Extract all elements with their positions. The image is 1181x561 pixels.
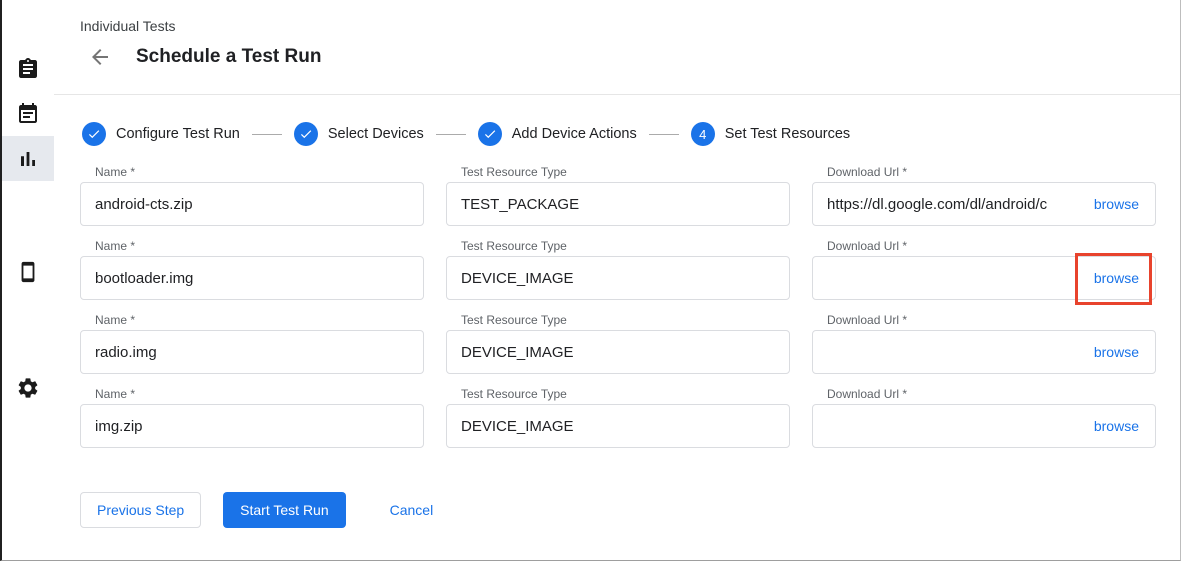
url-field-box: browse: [812, 182, 1156, 226]
type-field-box: [446, 404, 790, 448]
name-field: Name *: [80, 314, 424, 374]
name-field-label: Name *: [80, 388, 424, 400]
type-field: Test Resource Type: [446, 166, 790, 226]
sidebar-item-settings[interactable]: [2, 365, 54, 410]
browse-link[interactable]: browse: [1092, 416, 1141, 436]
url-field-label: Download Url *: [812, 166, 1156, 178]
resource-row: Name * Test Resource Type Download Url *…: [80, 240, 1156, 300]
sidebar: [2, 0, 54, 560]
browse-link[interactable]: browse: [1092, 268, 1141, 288]
name-field-label: Name *: [80, 314, 424, 326]
resource-row: Name * Test Resource Type Download Url *…: [80, 166, 1156, 226]
step-label: Configure Test Run: [116, 126, 240, 142]
stepper-step[interactable]: Add Device Actions: [478, 122, 637, 146]
stepper-step[interactable]: Configure Test Run: [82, 122, 240, 146]
type-field-label: Test Resource Type: [446, 240, 790, 252]
url-field: Download Url * browse: [812, 388, 1156, 448]
browse-link[interactable]: browse: [1092, 342, 1141, 362]
step-indicator: [294, 122, 318, 146]
step-number: 4: [699, 127, 706, 142]
url-field-box: browse: [812, 404, 1156, 448]
type-field-label: Test Resource Type: [446, 314, 790, 326]
check-icon: [87, 127, 101, 141]
url-field-label: Download Url *: [812, 240, 1156, 252]
step-indicator: [82, 122, 106, 146]
url-field-label: Download Url *: [812, 388, 1156, 400]
gear-icon: [16, 376, 40, 400]
name-input[interactable]: [95, 418, 409, 435]
type-field-box: [446, 330, 790, 374]
step-indicator: 4: [691, 122, 715, 146]
url-field-box: browse: [812, 330, 1156, 374]
name-input[interactable]: [95, 270, 409, 287]
url-input[interactable]: [827, 344, 1084, 361]
smartphone-icon: [17, 261, 39, 283]
stepper-step[interactable]: 4 Set Test Resources: [691, 122, 850, 146]
page-title: Schedule a Test Run: [136, 46, 321, 68]
name-field-box: [80, 330, 424, 374]
url-field-box: browse: [812, 256, 1156, 300]
step-label: Add Device Actions: [512, 126, 637, 142]
step-indicator: [478, 122, 502, 146]
type-field: Test Resource Type: [446, 388, 790, 448]
type-field: Test Resource Type: [446, 240, 790, 300]
name-input[interactable]: [95, 196, 409, 213]
action-bar: Previous Step Start Test Run Cancel: [80, 492, 1156, 528]
calendar-icon: [16, 102, 40, 126]
type-field-box: [446, 182, 790, 226]
step-connector: [436, 134, 466, 135]
arrow-back-icon: [88, 45, 112, 69]
resource-row: Name * Test Resource Type Download Url *…: [80, 314, 1156, 374]
name-field-box: [80, 404, 424, 448]
name-field-box: [80, 256, 424, 300]
sidebar-item-test-plans[interactable]: [2, 91, 54, 136]
step-connector: [649, 134, 679, 135]
resource-row: Name * Test Resource Type Download Url *…: [80, 388, 1156, 448]
breadcrumb: Individual Tests: [80, 18, 1156, 34]
name-field-label: Name *: [80, 166, 424, 178]
name-field-box: [80, 182, 424, 226]
type-input[interactable]: [461, 270, 775, 287]
url-input[interactable]: [827, 270, 1084, 287]
name-input[interactable]: [95, 344, 409, 361]
name-field: Name *: [80, 240, 424, 300]
start-test-run-button[interactable]: Start Test Run: [223, 492, 345, 528]
resource-rows: Name * Test Resource Type Download Url *…: [80, 166, 1156, 448]
stepper-step[interactable]: Select Devices: [294, 122, 424, 146]
type-field: Test Resource Type: [446, 314, 790, 374]
back-button[interactable]: [88, 45, 112, 69]
sidebar-item-devices[interactable]: [2, 249, 54, 294]
type-field-label: Test Resource Type: [446, 166, 790, 178]
check-icon: [483, 127, 497, 141]
sidebar-item-tests[interactable]: [2, 46, 54, 91]
browse-link[interactable]: browse: [1092, 194, 1141, 214]
url-field: Download Url * browse: [812, 166, 1156, 226]
page-header: Individual Tests Schedule a Test Run: [54, 0, 1180, 95]
name-field-label: Name *: [80, 240, 424, 252]
main-content: Individual Tests Schedule a Test Run Con…: [54, 0, 1180, 560]
sidebar-item-test-runs[interactable]: [2, 136, 54, 181]
url-field: Download Url * browse: [812, 314, 1156, 374]
assignment-icon: [16, 57, 40, 81]
step-label: Select Devices: [328, 126, 424, 142]
step-connector: [252, 134, 282, 135]
step-label: Set Test Resources: [725, 126, 850, 142]
type-input[interactable]: [461, 344, 775, 361]
url-field: Download Url * browse: [812, 240, 1156, 300]
check-icon: [299, 127, 313, 141]
bar-chart-icon: [16, 147, 40, 171]
type-field-label: Test Resource Type: [446, 388, 790, 400]
name-field: Name *: [80, 166, 424, 226]
url-field-label: Download Url *: [812, 314, 1156, 326]
url-input[interactable]: [827, 196, 1084, 213]
cancel-button[interactable]: Cancel: [386, 492, 438, 528]
previous-step-button[interactable]: Previous Step: [80, 492, 201, 528]
name-field: Name *: [80, 388, 424, 448]
stepper: Configure Test Run Select Devices Add De…: [80, 122, 1156, 146]
type-input[interactable]: [461, 418, 775, 435]
app-window: Individual Tests Schedule a Test Run Con…: [0, 0, 1181, 561]
url-input[interactable]: [827, 418, 1084, 435]
type-field-box: [446, 256, 790, 300]
type-input[interactable]: [461, 196, 775, 213]
